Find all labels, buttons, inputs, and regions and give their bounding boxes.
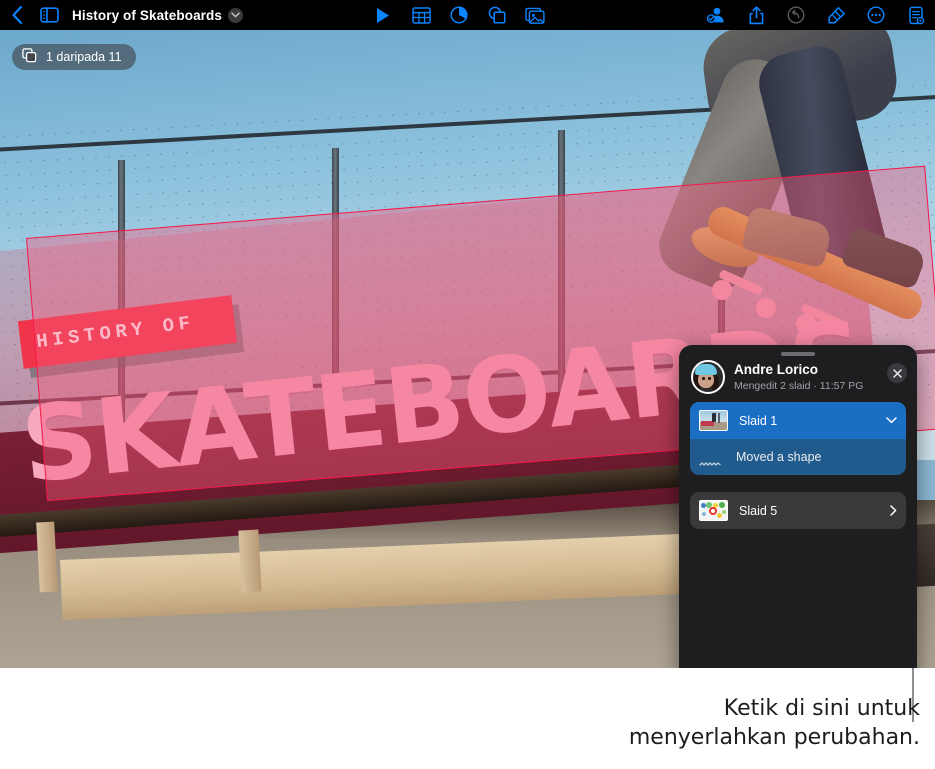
document-title[interactable]: History of Skateboards [72, 8, 222, 23]
back-icon[interactable] [6, 4, 28, 26]
document-options-icon[interactable] [905, 4, 927, 26]
more-icon[interactable] [865, 4, 887, 26]
collaboration-activity-panel[interactable]: Andre Lorico Mengedit 2 slaid · 11:57 PG… [679, 345, 917, 668]
list-item-label: Slaid 1 [739, 414, 886, 428]
list-item-change-moved-a-shape[interactable]: Moved a shape [690, 439, 906, 475]
slide-5-thumbnail [699, 500, 728, 521]
toolbar-left-group: History of Skateboards [6, 0, 243, 30]
change-label: Moved a shape [736, 450, 821, 464]
slide-counter-label: 1 daripada 11 [46, 50, 122, 64]
chevron-right-icon[interactable] [890, 505, 897, 516]
ramp-post [238, 530, 261, 593]
panel-user-block: Andre Lorico Mengedit 2 slaid · 11:57 PG [734, 362, 863, 392]
chart-icon[interactable] [448, 4, 470, 26]
panel-header: Andre Lorico Mengedit 2 slaid · 11:57 PG [691, 360, 907, 394]
title-chevron-down-icon[interactable] [228, 8, 243, 23]
format-brush-icon[interactable] [825, 4, 847, 26]
share-icon[interactable] [745, 4, 767, 26]
close-icon[interactable] [887, 363, 907, 383]
toolbar-center-group [372, 0, 546, 30]
slides-stack-icon [22, 48, 37, 66]
chevron-down-icon[interactable] [886, 417, 897, 424]
play-icon[interactable] [372, 4, 394, 26]
list-item-slide-1[interactable]: Slaid 1 [690, 402, 906, 439]
media-icon[interactable] [524, 4, 546, 26]
list-item-slide-5[interactable]: Slaid 5 [690, 492, 906, 529]
avatar [691, 360, 725, 394]
activity-group-slide-1: Slaid 1 Moved a shape [690, 402, 906, 475]
callout-caption: Ketik di sini untuk menyerlahkan perubah… [0, 694, 920, 753]
ramp-post [36, 522, 58, 593]
callout-line-2: menyerlahkan perubahan. [629, 725, 920, 750]
slide-counter-pill[interactable]: 1 daripada 11 [12, 44, 136, 70]
shape-icon[interactable] [486, 4, 508, 26]
activity-group-slide-5: Slaid 5 [690, 492, 906, 529]
toolbar-right-group [705, 0, 927, 30]
panel-user-name: Andre Lorico [734, 362, 863, 378]
slide-canvas[interactable]: HISTORY OF SKATEBOARDS 1 daripada 11 [0, 30, 935, 668]
panel-user-status: Mengedit 2 slaid · 11:57 PG [734, 380, 863, 392]
collaborate-icon[interactable] [705, 4, 727, 26]
callout-line-1: Ketik di sini untuk [724, 696, 920, 721]
shape-marker-icon [699, 454, 721, 460]
list-item-label: Slaid 5 [739, 504, 890, 518]
undo-icon[interactable] [785, 4, 807, 26]
sidebar-toggle-icon[interactable] [38, 4, 60, 26]
slide-1-thumbnail [699, 410, 728, 431]
table-icon[interactable] [410, 4, 432, 26]
panel-drag-handle[interactable] [781, 352, 815, 356]
app-toolbar: History of Skateboards [0, 0, 935, 30]
